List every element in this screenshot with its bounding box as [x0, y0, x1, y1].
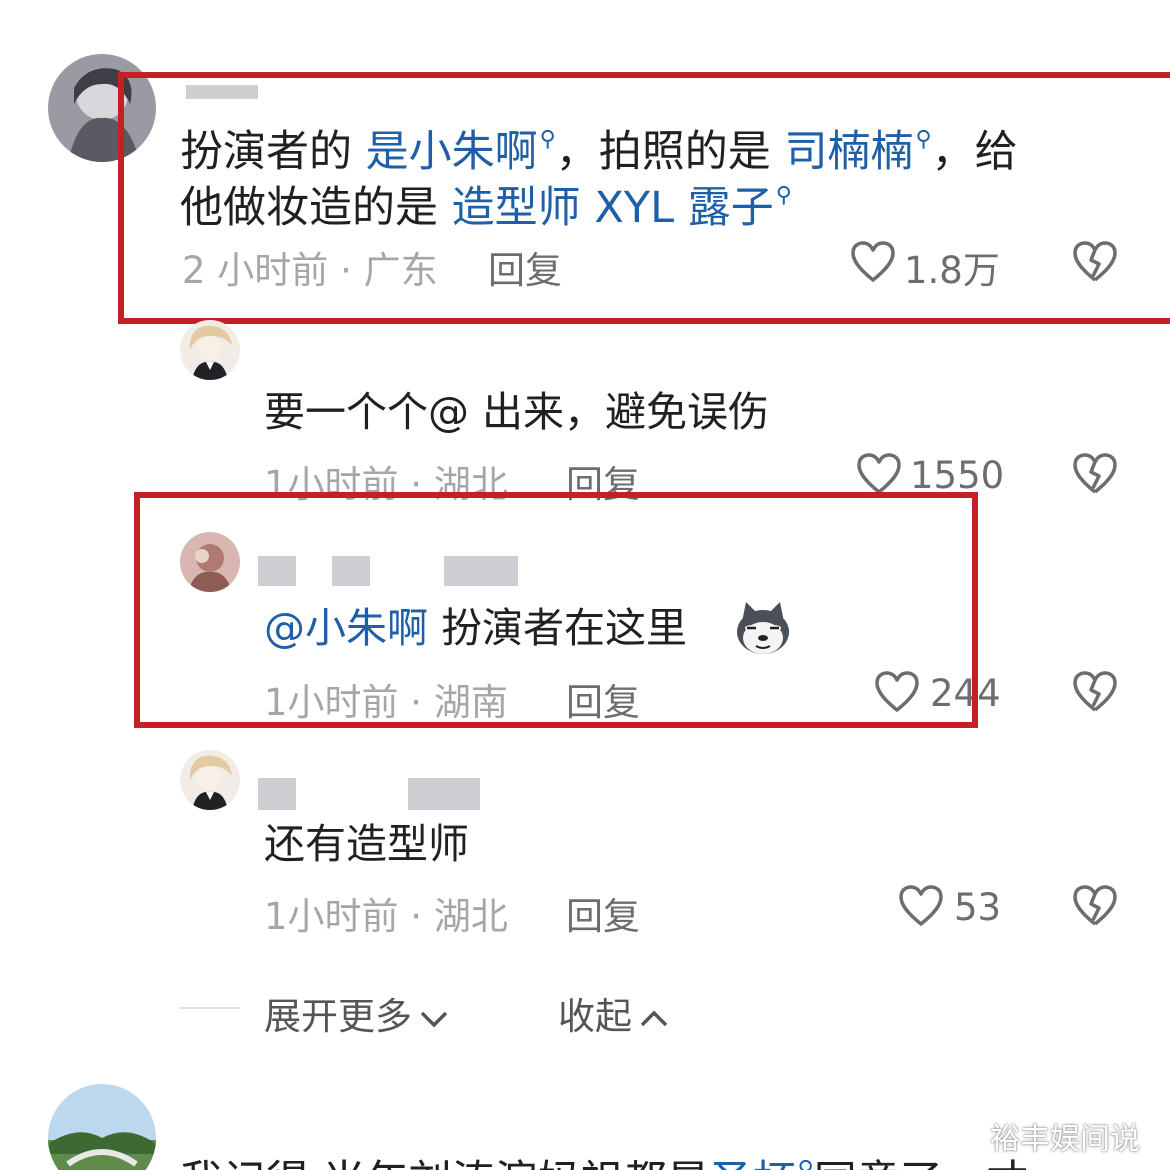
- avatar[interactable]: [180, 320, 240, 380]
- mention-link[interactable]: 圣杯: [710, 1157, 796, 1170]
- comment-text-part: 同意了，才: [814, 1157, 1029, 1170]
- comment-text: 要一个个@ 出来，避免误伤: [264, 388, 770, 436]
- divider: [180, 1007, 240, 1009]
- like-count: 1550: [910, 454, 1005, 497]
- avatar[interactable]: [48, 1084, 156, 1170]
- broken-heart-icon[interactable]: [1072, 670, 1118, 714]
- expand-more-label: 展开更多: [264, 995, 412, 1038]
- comment-text: 还有造型师: [264, 820, 469, 868]
- collapse-label: 收起: [558, 995, 632, 1038]
- username-blurred[interactable]: [408, 778, 480, 810]
- comment-text-part: 我记得 当年刘涛演妈祖都是: [180, 1157, 710, 1170]
- comment-text: 我记得 当年刘涛演妈祖都是圣杯⚲同意了，才: [180, 1142, 1029, 1170]
- comment-thread: 扮演者的 是小朱啊⚲，拍照的是 司楠楠⚲，给 他做妆造的是 造型师 XYL 露子…: [0, 0, 1170, 1170]
- reply-button[interactable]: 回复: [566, 886, 640, 940]
- watermark: 裕丰娱间说: [990, 1122, 1140, 1157]
- heart-icon[interactable]: [856, 452, 902, 496]
- search-small-icon[interactable]: ⚲: [798, 1157, 814, 1170]
- comment-meta: 1小时前 · 湖北: [264, 895, 508, 938]
- expand-more-button[interactable]: 展开更多: [264, 986, 450, 1040]
- avatar[interactable]: [180, 750, 240, 810]
- broken-heart-icon[interactable]: [1072, 884, 1118, 928]
- highlight-box: [118, 72, 1170, 324]
- highlight-box: [134, 492, 978, 728]
- chevron-down-icon: [420, 1011, 448, 1027]
- broken-heart-icon[interactable]: [1072, 452, 1118, 496]
- collapse-button[interactable]: 收起: [558, 986, 670, 1040]
- heart-icon[interactable]: [898, 884, 944, 928]
- chevron-up-icon: [640, 1010, 668, 1026]
- like-count: 53: [954, 886, 1002, 929]
- username-blurred[interactable]: [258, 778, 296, 810]
